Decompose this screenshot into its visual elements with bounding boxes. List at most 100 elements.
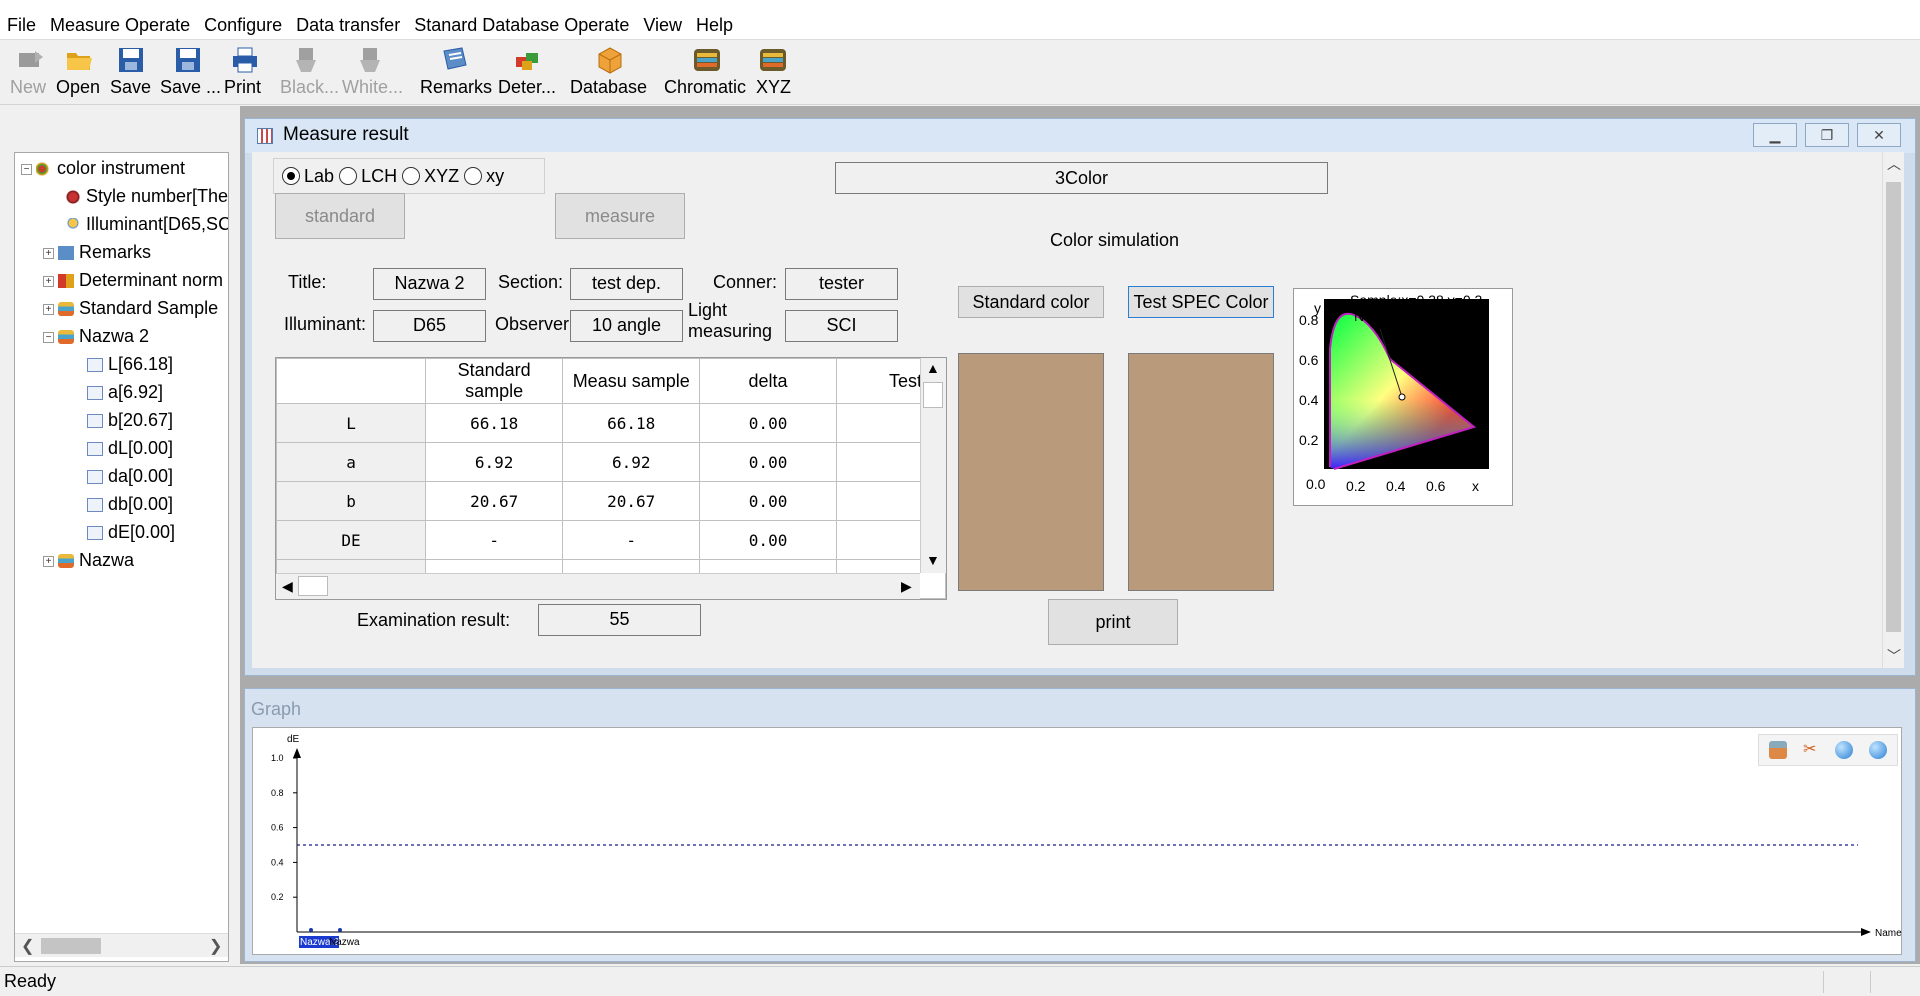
graph-y-tick-label: 0.8 xyxy=(271,788,284,798)
zoom-in-icon[interactable] xyxy=(1835,741,1853,759)
menu-file[interactable]: File xyxy=(0,0,43,40)
sample-icon xyxy=(58,330,74,345)
tree-node-style-number[interactable]: Style number[The xyxy=(65,183,228,209)
window-titlebar[interactable]: Measure result ▁ ❐ ✕ xyxy=(245,119,1915,153)
measure-button[interactable]: measure xyxy=(555,193,685,239)
scroll-thumb[interactable] xyxy=(298,576,328,596)
title-label: Title: xyxy=(288,272,327,292)
expand-icon[interactable]: + xyxy=(43,247,54,259)
scroll-up-icon[interactable]: ︿ xyxy=(1887,154,1901,174)
table-row[interactable]: L 66.18 66.18 0.00 44 xyxy=(276,403,946,443)
grid-horizontal-scrollbar[interactable]: ◀ ▶ xyxy=(276,573,920,599)
white-button[interactable]: White... xyxy=(342,45,403,103)
graph-clear-icon[interactable]: ✂ xyxy=(1803,739,1816,759)
chromatic-icon xyxy=(694,49,720,71)
value-icon xyxy=(87,442,103,457)
graph-data-point xyxy=(309,928,313,932)
tree-node-determinant[interactable]: + Determinant norm xyxy=(43,267,223,293)
tree-node-standard-sample[interactable]: + Standard Sample xyxy=(43,295,218,321)
white-calibrate-icon xyxy=(360,48,380,72)
print-result-button[interactable]: print xyxy=(1048,599,1178,645)
save-as-button[interactable]: Save ... xyxy=(160,45,221,103)
tree-node-da[interactable]: da[0.00] xyxy=(87,463,173,489)
collapse-icon[interactable]: − xyxy=(21,163,32,175)
scroll-thumb[interactable] xyxy=(1886,182,1901,632)
restore-button[interactable]: ❐ xyxy=(1805,123,1849,147)
menu-help[interactable]: Help xyxy=(689,0,740,40)
standard-color-button[interactable]: Standard color xyxy=(958,286,1104,318)
tree-node-illuminant[interactable]: Illuminant[D65,SC xyxy=(65,211,228,237)
tree-node-db[interactable]: db[0.00] xyxy=(87,491,173,517)
scroll-left-icon[interactable]: ◀ xyxy=(282,578,293,595)
grid-vertical-scrollbar[interactable]: ▲ ▼ xyxy=(920,358,946,573)
tree-node-remarks[interactable]: + Remarks xyxy=(43,239,151,265)
tree-node-root[interactable]: − color instrument xyxy=(21,155,185,181)
scroll-up-icon[interactable]: ▲ xyxy=(926,360,940,376)
menu-standard-database[interactable]: Stanard Database Operate xyxy=(407,0,636,40)
black-button[interactable]: Black... xyxy=(280,45,339,103)
table-row[interactable]: a 6.92 6.92 0.00 4 xyxy=(276,442,946,482)
graph-y-tick-label: 0.2 xyxy=(271,892,284,902)
scroll-right-icon[interactable]: ▶ xyxy=(901,578,912,595)
section-field: test dep. xyxy=(570,268,683,300)
graph-y-tick-label: 1.0 xyxy=(271,753,284,763)
tree-node-b[interactable]: b[20.67] xyxy=(87,407,173,433)
radio-lab[interactable]: Lab xyxy=(282,166,334,186)
menu-measure-operate[interactable]: Measure Operate xyxy=(43,0,197,40)
table-row[interactable]: b 20.67 20.67 0.00 4 xyxy=(276,481,946,521)
cie-sample-point xyxy=(1398,393,1406,401)
scroll-thumb[interactable] xyxy=(41,938,101,954)
tree-node-L[interactable]: L[66.18] xyxy=(87,351,173,377)
expand-icon[interactable]: + xyxy=(43,555,54,567)
determinant-button[interactable]: Deter... xyxy=(498,45,556,103)
expand-icon[interactable]: + xyxy=(43,303,54,315)
expand-icon[interactable]: + xyxy=(43,275,54,287)
measure-vertical-scrollbar[interactable]: ︿ ﹀ xyxy=(1882,152,1904,668)
cie-y-tick: 0.8 xyxy=(1299,312,1319,328)
save-button[interactable]: Save xyxy=(110,45,152,103)
minimize-button[interactable]: ▁ xyxy=(1753,123,1797,147)
graph-settings-icon[interactable] xyxy=(1769,741,1787,759)
scroll-left-icon[interactable]: ❮ xyxy=(21,936,34,956)
database-button[interactable]: Database xyxy=(570,45,650,103)
tree-node-nazwa[interactable]: + Nazwa xyxy=(43,547,134,573)
bulb-icon xyxy=(65,218,81,233)
table-row[interactable]: DE - - 0.00 55 xyxy=(276,520,946,560)
tree-view[interactable]: − color instrument Style number[The Illum… xyxy=(14,152,229,962)
print-button[interactable]: Print xyxy=(224,45,266,103)
results-grid[interactable]: Standard sample Measu sample delta Test … xyxy=(275,357,947,600)
cie-x-tick: 0.0 xyxy=(1306,476,1326,492)
open-button[interactable]: Open xyxy=(56,45,102,103)
tree-horizontal-scrollbar[interactable]: ❮ ❯ xyxy=(15,933,228,957)
tree-node-a[interactable]: a[6.92] xyxy=(87,379,163,405)
radio-lch[interactable]: LCH xyxy=(339,166,397,186)
zoom-out-icon[interactable] xyxy=(1869,741,1887,759)
new-button[interactable]: New xyxy=(10,45,50,103)
remarks-button[interactable]: Remarks xyxy=(420,45,492,103)
scroll-down-icon[interactable]: ▼ xyxy=(926,552,940,568)
tree-node-nazwa-2[interactable]: − Nazwa 2 xyxy=(43,323,149,349)
scroll-right-icon[interactable]: ❯ xyxy=(209,936,222,956)
radio-xy[interactable]: xy xyxy=(464,166,504,186)
tree-node-dE[interactable]: dE[0.00] xyxy=(87,519,175,545)
status-bar: Ready xyxy=(0,966,1920,996)
mode-display: 3Color xyxy=(835,162,1328,194)
chromatic-button[interactable]: Chromatic xyxy=(664,45,750,103)
window-title: Measure result xyxy=(283,124,409,145)
tree-node-dL[interactable]: dL[0.00] xyxy=(87,435,173,461)
test-spec-color-button[interactable]: Test SPEC Color xyxy=(1128,286,1274,318)
menu-data-transfer[interactable]: Data transfer xyxy=(289,0,407,40)
standard-button[interactable]: standard xyxy=(275,193,405,239)
menu-configure[interactable]: Configure xyxy=(197,0,289,40)
printer-icon xyxy=(233,47,257,73)
close-button[interactable]: ✕ xyxy=(1857,123,1901,147)
radio-xyz[interactable]: XYZ xyxy=(402,166,459,186)
menu-view[interactable]: View xyxy=(636,0,689,40)
collapse-icon[interactable]: − xyxy=(43,331,54,343)
status-text: Ready xyxy=(4,971,57,991)
xyz-button[interactable]: XYZ xyxy=(756,45,791,103)
test-color-swatch xyxy=(1128,353,1274,591)
graph-chart: dE Name 1.0 0.8 0.6 0.4 0.2 Nazwa 2Nazwa xyxy=(271,734,1902,948)
scroll-thumb[interactable] xyxy=(923,382,943,408)
scroll-down-icon[interactable]: ﹀ xyxy=(1887,646,1901,666)
